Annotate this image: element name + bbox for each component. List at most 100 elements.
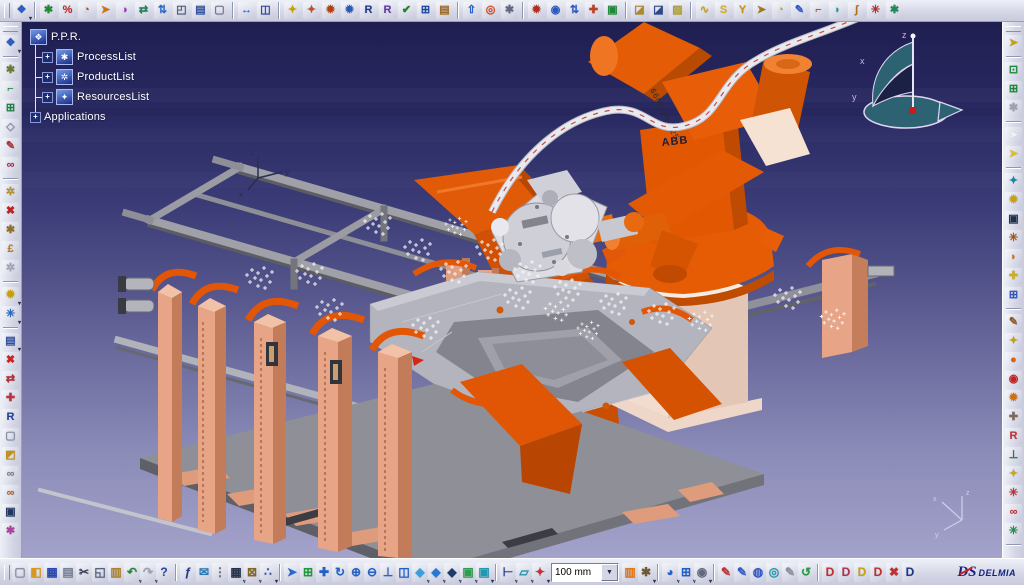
wrench-settings-icon[interactable]: ✱▾ <box>638 563 654 582</box>
gear-muted-icon[interactable]: ✱ <box>1005 100 1022 117</box>
node-link-icon[interactable]: ∞ <box>2 157 19 174</box>
tree-node-productlist[interactable]: ProductList <box>77 71 134 83</box>
sim-cubes-alt-icon[interactable]: ⊞ <box>1005 81 1022 98</box>
workbench-cube-icon[interactable]: ❖▾ <box>2 35 19 52</box>
delete-cube-icon[interactable]: ✖ <box>2 203 19 220</box>
snap-distance-combo[interactable]: 100 mm ▼ <box>551 563 619 582</box>
toolbar-drag-handle[interactable] <box>1006 26 1021 32</box>
cursor-target-icon[interactable]: ✚ <box>1005 268 1022 285</box>
select-arrow-icon[interactable]: ➤ <box>1005 127 1022 144</box>
create-process-icon[interactable]: ✱ <box>40 2 57 19</box>
fly-mode-icon[interactable]: ➤ <box>284 563 300 582</box>
copy-icon[interactable]: ◱ <box>92 563 108 582</box>
robot-ladder-icon[interactable]: R <box>1005 428 1022 445</box>
molecule-red-icon[interactable]: ✳ <box>1005 485 1022 502</box>
workcell-grid-icon[interactable]: ⊞ <box>417 2 434 19</box>
shading-icon[interactable]: ◆▾ <box>428 563 444 582</box>
hook-curve-icon[interactable]: ∫ <box>848 2 865 19</box>
paste-special-icon[interactable]: ▤▾ <box>2 333 19 350</box>
gear-magenta-icon[interactable]: ✱ <box>2 523 19 540</box>
gear-small-icon[interactable]: ✱ <box>2 222 19 239</box>
link-boxes-icon[interactable]: ◰ <box>173 2 190 19</box>
delete-x-icon[interactable]: ✖ <box>2 352 19 369</box>
pie-analysis-icon[interactable]: ◑ <box>116 2 133 19</box>
ball-red-icon[interactable]: ◉ <box>1005 371 1022 388</box>
wireframe-sphere-icon[interactable]: ◍ <box>750 563 766 582</box>
star-tool-icon[interactable]: ✦ <box>1005 333 1022 350</box>
knowledge-icon[interactable]: ∴▾ <box>260 563 276 582</box>
delmia-check-icon[interactable]: D <box>870 563 886 582</box>
target-ring-icon[interactable]: ◎ <box>482 2 499 19</box>
monitor-select-icon[interactable]: ▣ <box>2 504 19 521</box>
toolbar-drag-handle[interactable] <box>4 565 10 580</box>
render-apply-icon[interactable]: ▣▾ <box>476 563 492 582</box>
expand-productlist-button[interactable]: + <box>42 72 53 83</box>
print-icon[interactable]: ▤ <box>60 563 76 582</box>
gear-cube-icon[interactable]: ✲ <box>2 184 19 201</box>
axis-frame-icon[interactable]: ⊥ <box>1005 447 1022 464</box>
document-icon[interactable]: ▢ <box>2 428 19 445</box>
manikin-doc-icon[interactable]: ◪ <box>631 2 648 19</box>
zoom-search-icon[interactable]: ◉ <box>547 2 564 19</box>
clamp-bracket-icon[interactable]: ⌐ <box>810 2 827 19</box>
create-multi-view-icon[interactable]: ◫ <box>396 563 412 582</box>
multi-view-icon[interactable]: ⊞ <box>300 563 316 582</box>
sim-cubes-icon[interactable]: ⊡ <box>1005 62 1022 79</box>
process-cycle-icon[interactable]: ◔ <box>78 2 95 19</box>
paste-icon[interactable]: ▥ <box>108 563 124 582</box>
dotted-grid-icon[interactable]: ⊞ <box>1005 287 1022 304</box>
expand-resourceslist-button[interactable]: + <box>42 92 53 103</box>
axis-triad-icon[interactable]: ⊢▾ <box>500 563 516 582</box>
screen-pick-icon[interactable]: ▣ <box>1005 211 1022 228</box>
measure-device-icon[interactable]: ◫ <box>257 2 274 19</box>
toolbar-drag-handle[interactable] <box>4 3 10 18</box>
swap-process-icon[interactable]: ⇄ <box>135 2 152 19</box>
repair-icon[interactable]: ✚ <box>585 2 602 19</box>
pan-icon[interactable]: ✚ <box>316 563 332 582</box>
resource-chart-icon[interactable]: ▤ <box>192 2 209 19</box>
simulation-gears-icon[interactable]: ✱ <box>2 62 19 79</box>
cut-icon[interactable]: ✂ <box>76 563 92 582</box>
robot-arm-icon[interactable]: ⌐ <box>2 81 19 98</box>
zoom-out-icon[interactable]: ⊖ <box>364 563 380 582</box>
annotate-pencil-icon[interactable]: ✎ <box>718 563 734 582</box>
robot-task-alt-icon[interactable]: R <box>379 2 396 19</box>
plane-icon[interactable]: ▱▾ <box>516 563 532 582</box>
antenna-icon[interactable]: ✳ <box>1005 230 1022 247</box>
manikin-doc-alt-icon[interactable]: ◪ <box>650 2 667 19</box>
tree-node-ppr[interactable]: P.P.R. <box>51 31 81 43</box>
tree-node-applications[interactable]: Applications <box>44 111 106 123</box>
select-edit-icon[interactable]: ➤ <box>1005 146 1022 163</box>
molecule-green-icon[interactable]: ✳ <box>1005 523 1022 540</box>
teach-rotate-icon[interactable]: ✹ <box>322 2 339 19</box>
globe-icon[interactable]: ◎ <box>766 563 782 582</box>
expand-processlist-button[interactable]: + <box>42 52 53 63</box>
toolbox-icon[interactable]: ✱ <box>501 2 518 19</box>
tree-node-resourceslist[interactable]: ResourcesList <box>77 91 149 103</box>
edit-gear-icon[interactable]: ✎ <box>2 138 19 155</box>
delmia-target-icon[interactable]: D <box>902 563 918 582</box>
split-cubes-icon[interactable]: ◩ <box>2 447 19 464</box>
new-cube-icon[interactable]: ▢ <box>211 2 228 19</box>
overflow-dots-icon[interactable]: ⋮ <box>212 563 228 582</box>
circuit-icon[interactable]: ✳ <box>867 2 884 19</box>
fan-sweep-icon[interactable]: ◔ <box>772 2 789 19</box>
sketch-tracer-icon[interactable]: ✎ <box>782 563 798 582</box>
save-icon[interactable]: ▦ <box>44 563 60 582</box>
robot-task-icon[interactable]: R <box>360 2 377 19</box>
new-document-icon[interactable]: ▢ <box>12 563 28 582</box>
validate-task-icon[interactable]: ✔ <box>398 2 415 19</box>
resource-list-icon[interactable]: R <box>2 409 19 426</box>
help-whats-this-icon[interactable]: ? <box>156 563 172 582</box>
jog-device-icon[interactable]: ✦ <box>1005 173 1022 190</box>
delmia-queue-icon[interactable]: D <box>838 563 854 582</box>
hammer-tools-icon[interactable]: ✚ <box>1005 409 1022 426</box>
gear-pencil-icon[interactable]: ✎ <box>1005 314 1022 331</box>
cost-cube-icon[interactable]: £ <box>2 241 19 258</box>
iso-view-icon[interactable]: ◆▾ <box>412 563 428 582</box>
process-ratio-icon[interactable]: % <box>59 2 76 19</box>
volume-prism-icon[interactable]: ◇ <box>2 119 19 136</box>
teach-pendant-icon[interactable]: ✹ <box>341 2 358 19</box>
snapshot-icon[interactable]: ▣ <box>604 2 621 19</box>
expand-levels-icon[interactable]: ⇅ <box>154 2 171 19</box>
